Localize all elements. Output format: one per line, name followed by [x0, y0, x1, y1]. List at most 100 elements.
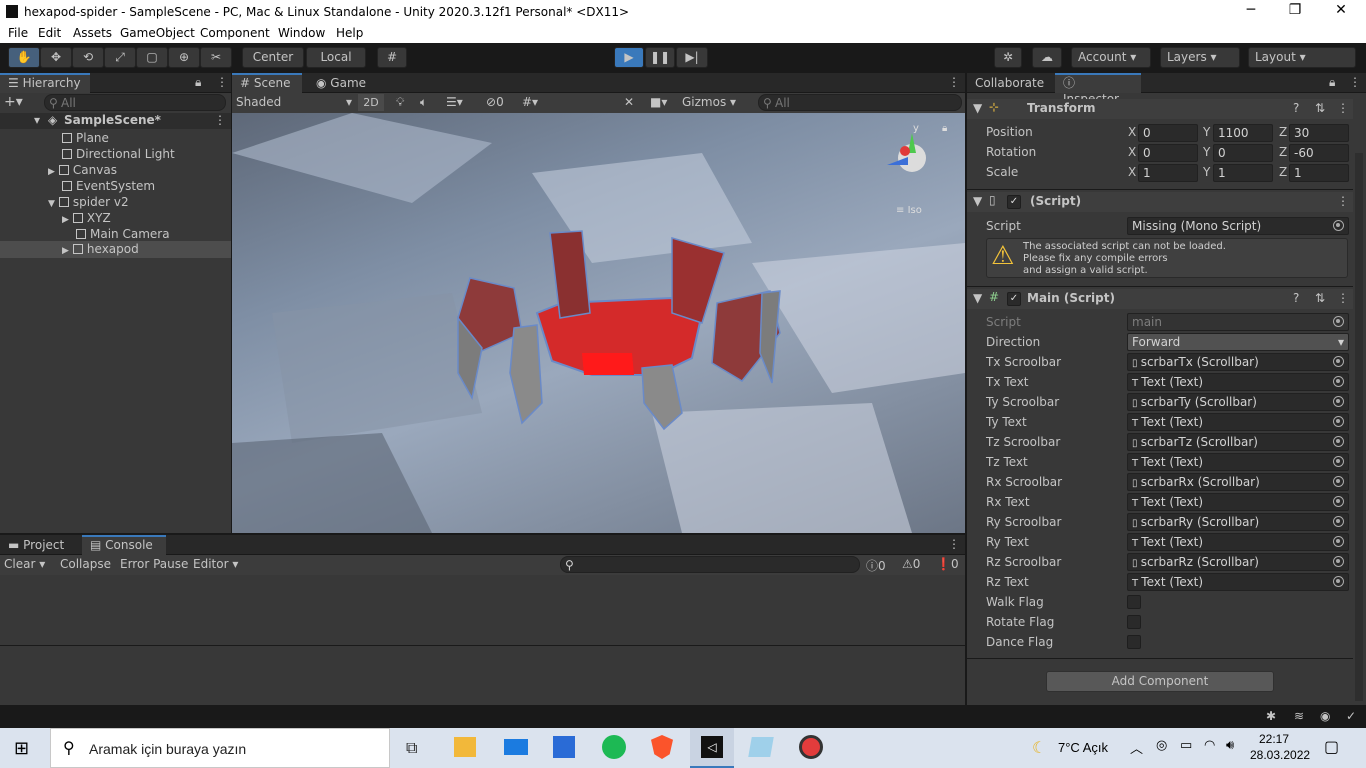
rotation-y-field[interactable]: 0 — [1213, 144, 1273, 162]
app-icon-red[interactable] — [799, 735, 823, 759]
component-enabled-checkbox[interactable]: ✓ — [1007, 195, 1021, 209]
add-object-button[interactable]: +▾ — [4, 94, 23, 110]
menu-component[interactable]: Component — [200, 26, 270, 40]
shading-dropdown[interactable]: Shaded ▾ — [236, 95, 352, 109]
object-picker-icon[interactable] — [1333, 496, 1344, 507]
taskbar-clock[interactable]: 22:17 28.03.2022 — [1250, 731, 1310, 763]
tab-hierarchy[interactable]: ☰ Hierarchy — [0, 73, 90, 93]
hierarchy-item[interactable]: Directional Light — [62, 146, 175, 162]
object-picker-icon[interactable] — [1333, 376, 1344, 387]
task-view-icon[interactable]: ⧉ — [406, 738, 417, 758]
custom-tool-icon[interactable]: ✂ — [200, 47, 232, 68]
minimize-button[interactable]: ─ — [1228, 2, 1274, 18]
error-count-toggle[interactable]: ❗0 — [936, 557, 959, 571]
object-picker-icon[interactable] — [1333, 516, 1344, 527]
transform-tool-icon[interactable]: ⊕ — [168, 47, 200, 68]
object-picker-icon[interactable] — [1333, 476, 1344, 487]
progress-icon[interactable]: ◉ — [1320, 709, 1330, 723]
expand-arrow-icon[interactable]: ▶ — [62, 215, 69, 225]
object-picker-icon[interactable] — [1333, 456, 1344, 467]
collapse-button[interactable]: Collapse — [60, 557, 111, 571]
hidden-objects-icon[interactable]: ⊘0 — [486, 95, 504, 109]
meet-now-icon[interactable]: ◎ — [1156, 738, 1167, 753]
effects-icon[interactable]: ☰▾ — [446, 95, 463, 109]
layout-dropdown[interactable]: Layout ▾ — [1248, 47, 1356, 68]
tab-console[interactable]: ▤ Console — [82, 535, 166, 555]
dance-flag-checkbox[interactable] — [1127, 635, 1141, 649]
hierarchy-item[interactable]: ▶ Canvas — [48, 162, 117, 178]
position-z-field[interactable]: 30 — [1289, 124, 1349, 142]
hierarchy-search-input[interactable]: ⚲ All — [44, 94, 226, 111]
weather-icon[interactable]: ☾ — [1032, 738, 1046, 757]
expand-arrow-icon[interactable]: ▶ — [62, 246, 69, 256]
scale-y-field[interactable]: 1 — [1213, 164, 1273, 182]
expand-arrow-icon[interactable]: ▶ — [48, 167, 55, 177]
store-icon[interactable] — [553, 736, 575, 758]
hierarchy-item[interactable]: Main Camera — [76, 226, 170, 242]
walk-flag-checkbox[interactable] — [1127, 595, 1141, 609]
unity-taskbar-button[interactable]: ◁ — [690, 728, 734, 768]
cloud-icon[interactable]: ☁ — [1032, 47, 1062, 68]
component-menu-icon[interactable]: ⋮ — [1337, 291, 1349, 305]
add-component-button[interactable]: Add Component — [1046, 671, 1274, 692]
gizmos-dropdown[interactable]: Gizmos ▾ — [682, 95, 748, 109]
debug-icon[interactable]: ✱ — [1266, 709, 1276, 723]
grid-icon[interactable]: #▾ — [522, 95, 538, 109]
help-icon[interactable]: ? — [1293, 291, 1299, 305]
object-reference-field[interactable]: T Text (Text) — [1127, 493, 1349, 511]
more-options-icon[interactable]: ⋮ — [216, 75, 228, 89]
object-reference-field[interactable]: ▯ scrbarRx (Scrollbar) — [1127, 473, 1349, 491]
taskbar-search-box[interactable]: ⚲ Aramak için buraya yazın — [50, 728, 390, 768]
play-button[interactable]: ▶ — [614, 47, 644, 68]
scale-tool-icon[interactable]: ⤢ — [104, 47, 136, 68]
hierarchy-item[interactable]: ▶ hexapod — [62, 241, 139, 257]
layers-dropdown[interactable]: Layers ▾ — [1160, 47, 1240, 68]
audio-icon[interactable]: 🔈︎ — [420, 95, 427, 110]
object-picker-icon[interactable] — [1333, 416, 1344, 427]
more-options-icon[interactable]: ⋮ — [948, 75, 960, 89]
camera-icon[interactable]: ■▾ — [650, 95, 667, 109]
object-picker-icon[interactable] — [1333, 536, 1344, 547]
component-enabled-checkbox[interactable]: ✓ — [1007, 292, 1021, 306]
position-x-field[interactable]: 0 — [1138, 124, 1198, 142]
hierarchy-item[interactable]: EventSystem — [62, 178, 155, 194]
iso-label[interactable]: ≡ Iso — [896, 205, 922, 216]
rotation-x-field[interactable]: 0 — [1138, 144, 1198, 162]
log-count-toggle[interactable]: ⓘ0 — [866, 557, 886, 574]
toggle-2d-button[interactable]: 2D — [358, 94, 384, 111]
more-options-icon[interactable]: ⋮ — [948, 537, 960, 551]
object-reference-field[interactable]: T Text (Text) — [1127, 573, 1349, 591]
expand-arrow-icon[interactable]: ▼ — [48, 199, 55, 209]
main-script-header[interactable]: ▼ # ✓ Main (Script) ? ⇅ ⋮ — [967, 289, 1353, 309]
notification-icon[interactable]: ▢ — [1324, 737, 1339, 756]
close-button[interactable]: ✕ — [1318, 2, 1364, 18]
menu-help[interactable]: Help — [336, 26, 363, 40]
lighting-icon[interactable]: 💡︎ — [396, 95, 404, 110]
object-picker-icon[interactable] — [1333, 556, 1344, 567]
object-reference-field[interactable]: ▯ scrbarRz (Scrollbar) — [1127, 553, 1349, 571]
hierarchy-item[interactable]: ▼ spider v2 — [48, 194, 129, 210]
lock-icon[interactable]: 🔒︎ — [1329, 75, 1335, 90]
foldout-arrow-icon[interactable]: ▼ — [973, 291, 982, 305]
inspector-scrollbar[interactable] — [1355, 153, 1363, 701]
menu-assets[interactable]: Assets — [73, 26, 112, 40]
windows-start-icon[interactable]: ⊞ — [14, 738, 29, 759]
rotate-flag-checkbox[interactable] — [1127, 615, 1141, 629]
scale-z-field[interactable]: 1 — [1289, 164, 1349, 182]
object-reference-field[interactable]: T Text (Text) — [1127, 413, 1349, 431]
transform-header[interactable]: ▼ ⊹ Transform ? ⇅ ⋮ — [967, 99, 1353, 119]
tab-scene[interactable]: # Scene — [232, 73, 302, 93]
rotate-tool-icon[interactable]: ⟲ — [72, 47, 104, 68]
missing-script-header[interactable]: ▼ ▯ ✓ (Script) ⋮ — [967, 192, 1353, 212]
pivot-local-button[interactable]: Local — [306, 47, 366, 68]
position-y-field[interactable]: 1100 — [1213, 124, 1273, 142]
tab-project[interactable]: ▬ Project — [0, 535, 72, 555]
cache-icon[interactable]: ≋ — [1294, 709, 1304, 723]
menu-window[interactable]: Window — [278, 26, 325, 40]
step-button[interactable]: ▶| — [676, 47, 708, 68]
direction-dropdown[interactable]: Forward ▾ — [1127, 333, 1349, 351]
preset-icon[interactable]: ⇅ — [1315, 291, 1325, 305]
tab-inspector[interactable]: ⓘ Inspector — [1055, 73, 1141, 106]
missing-script-field[interactable]: Missing (Mono Script) — [1127, 217, 1349, 235]
move-tool-icon[interactable]: ✥ — [40, 47, 72, 68]
